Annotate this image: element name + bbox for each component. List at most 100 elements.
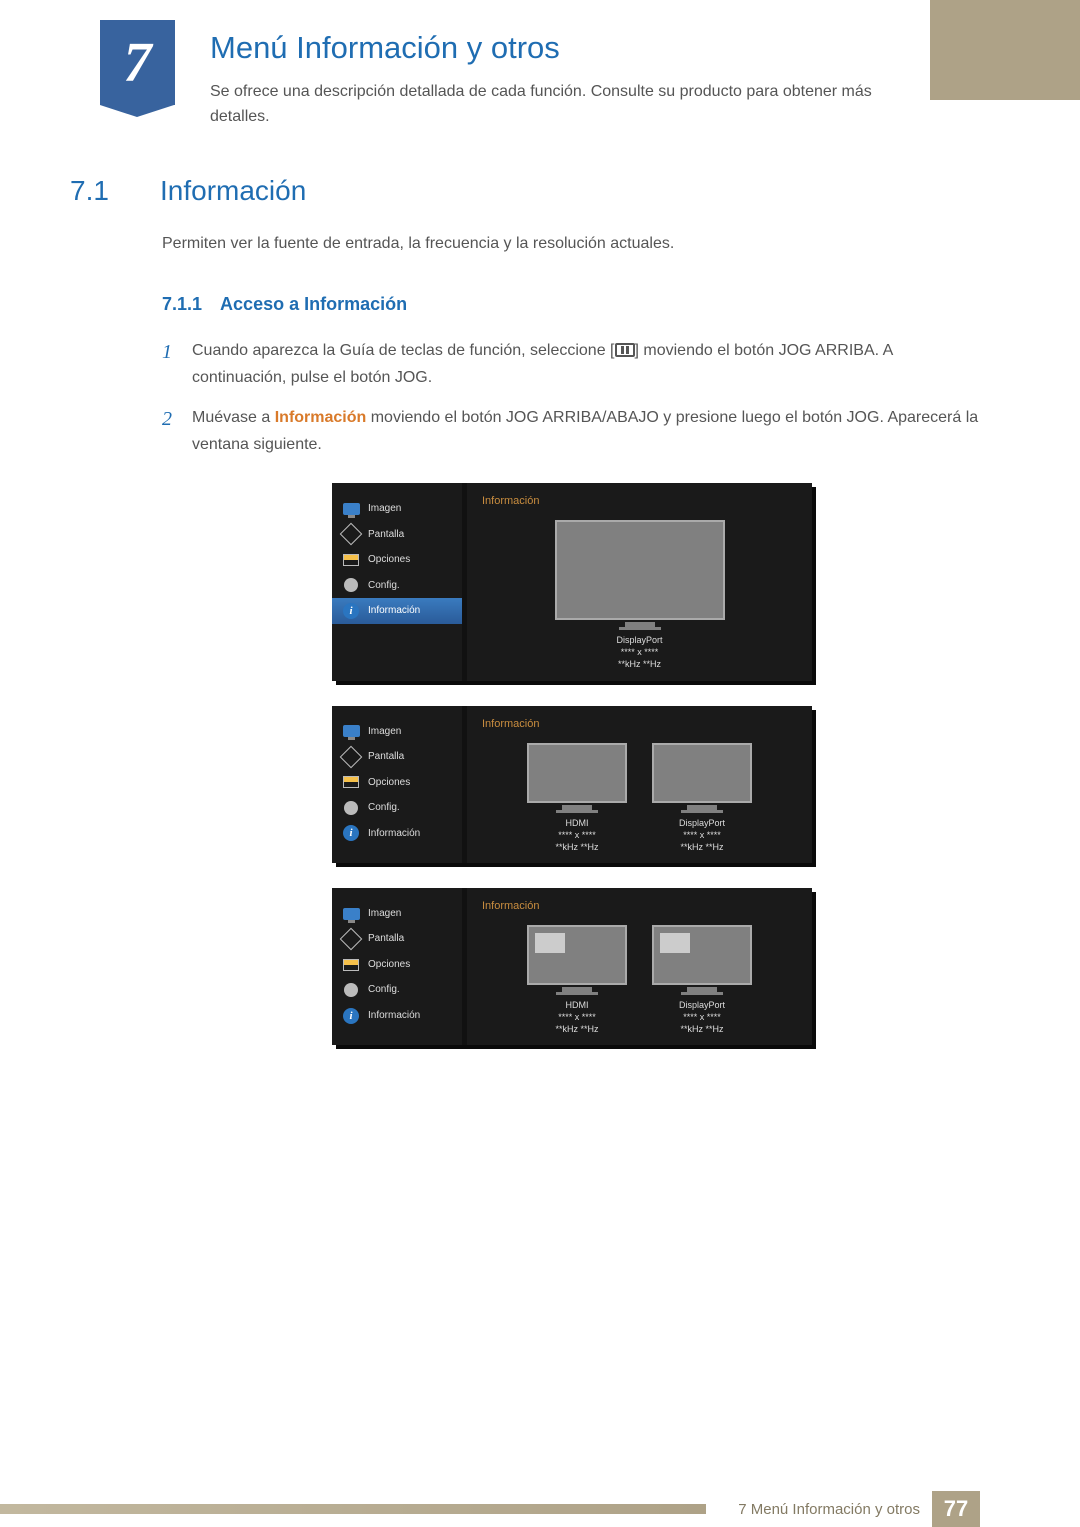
arrows-icon [340,745,363,768]
chapter-number-badge: 7 [100,20,175,105]
frequency-label: **kHz **Hz [652,841,752,853]
resolution-label: **** x **** [652,829,752,841]
osd-menu-imagen-label: Imagen [368,501,401,517]
osd-menu-imagen: Imagen [332,719,462,745]
chapter-header: 7 Menú Información y otros Se ofrece una… [100,25,980,130]
source-label: DisplayPort [652,999,752,1011]
step-1-number: 1 [162,337,177,368]
info-icon: i [343,603,359,619]
osd-menu-config-label: Config. [368,800,400,816]
osd-menu: Imagen Pantalla Opciones Config. i Inform… [332,483,467,680]
osd-menu-imagen: Imagen [332,901,462,927]
source-label: HDMI [527,999,627,1011]
osd-menu-config: Config. [332,573,462,599]
osd-menu-config-label: Config. [368,578,400,594]
monitor-info-hdmi-pip: HDMI **** x **** **kHz **Hz [527,925,627,1035]
osd-menu-imagen-label: Imagen [368,724,401,740]
monitor-info-hdmi: HDMI **** x **** **kHz **Hz [527,743,627,853]
subsection-header: 7.1.1 Acceso a Información [162,291,980,319]
osd-screenshots: Imagen Pantalla Opciones Config. i Inform… [332,483,812,1045]
osd-menu-imagen-label: Imagen [368,906,401,922]
info-icon: i [343,1008,359,1024]
source-label: HDMI [527,817,627,829]
osd-menu-imagen: Imagen [332,496,462,522]
monitor-info-dp-pip: DisplayPort **** x **** **kHz **Hz [652,925,752,1035]
monitor-stand [687,987,717,992]
monitor-graphic [652,743,752,803]
osd-menu-opciones: Opciones [332,952,462,978]
osd-menu-opciones-label: Opciones [368,552,410,568]
osd-menu-informacion-label: Información [368,826,420,842]
pip-inset [535,933,565,953]
osd-menu-pantalla-label: Pantalla [368,749,404,765]
arrows-icon [340,523,363,546]
osd-menu-opciones-label: Opciones [368,775,410,791]
step-2-number: 2 [162,404,177,435]
pip-inset [660,933,690,953]
osd-menu-informacion: i Información [332,821,462,847]
footer-page-number: 77 [932,1491,980,1527]
osd-menu-informacion-label: Información [368,603,420,619]
osd-menu-pantalla: Pantalla [332,522,462,548]
chapter-subtitle: Se ofrece una descripción detallada de c… [210,80,910,130]
section-intro: Permiten ver la fuente de entrada, la fr… [162,232,980,257]
resolution-label: **** x **** [555,646,725,658]
step-2-highlight: Información [275,409,367,426]
monitor-info-dp: DisplayPort **** x **** **kHz **Hz [555,520,725,670]
monitor-stand [625,622,655,627]
monitor-info-dp: DisplayPort **** x **** **kHz **Hz [652,743,752,853]
osd-content-title: Información [482,493,797,510]
chapter-title: Menú Información y otros [210,30,910,66]
monitor-graphic [527,743,627,803]
osd-menu: Imagen Pantalla Opciones Config. iInform… [332,888,467,1045]
osd-menu-opciones: Opciones [332,547,462,573]
monitor-stand [687,805,717,810]
osd-content-title: Información [482,898,797,915]
page-footer: 7 Menú Información y otros 77 [0,1491,1080,1527]
step-1: 1 Cuando aparezca la Guía de teclas de f… [162,337,980,391]
monitor-icon [343,503,360,515]
osd-menu-informacion: i Información [332,598,462,624]
osd-menu-opciones: Opciones [332,770,462,796]
footer-chapter-text: 7 Menú Información y otros [726,1501,932,1518]
frequency-label: **kHz **Hz [527,841,627,853]
frequency-label: **kHz **Hz [652,1023,752,1035]
osd-panel-3: Imagen Pantalla Opciones Config. iInform… [332,888,812,1045]
osd-menu-pantalla-label: Pantalla [368,527,404,543]
monitor-icon [343,725,360,737]
monitor-icon [343,908,360,920]
source-label: DisplayPort [555,634,725,646]
options-icon [343,959,359,971]
osd-menu: Imagen Pantalla Opciones Config. i Inform… [332,706,467,863]
section-title: Información [160,175,306,207]
arrows-icon [340,928,363,951]
gear-icon [344,983,358,997]
monitor-graphic [555,520,725,620]
step-1-text-a: Cuando aparezca la Guía de teclas de fun… [192,342,615,359]
chapter-number: 7 [124,31,152,95]
subsection-number: 7.1.1 [162,291,202,319]
step-2-text-a: Muévase a [192,409,275,426]
monitor-graphic [527,925,627,985]
step-1-text: Cuando aparezca la Guía de teclas de fun… [192,337,980,391]
monitor-stand [562,805,592,810]
options-icon [343,554,359,566]
osd-menu-informacion: i Información [332,1003,462,1029]
osd-menu-pantalla-label: Pantalla [368,931,404,947]
resolution-label: **** x **** [527,829,627,841]
frequency-label: **kHz **Hz [527,1023,627,1035]
osd-panel-2: Imagen Pantalla Opciones Config. i Inform… [332,706,812,863]
osd-content: Información DisplayPort **** x **** **kH… [467,483,812,680]
subsection-title: Acceso a Información [220,291,407,319]
osd-menu-config: Config. [332,795,462,821]
osd-menu-informacion-label: Información [368,1008,420,1024]
osd-content: Información HDMI **** x **** **kHz **Hz [467,706,812,863]
source-label: DisplayPort [652,817,752,829]
osd-menu-opciones-label: Opciones [368,957,410,973]
osd-content: Información HDMI **** x **** **kHz **Hz [467,888,812,1045]
info-icon: i [343,825,359,841]
monitor-stand [562,987,592,992]
frequency-label: **kHz **Hz [555,658,725,670]
options-icon [343,776,359,788]
menu-button-icon [615,343,635,357]
